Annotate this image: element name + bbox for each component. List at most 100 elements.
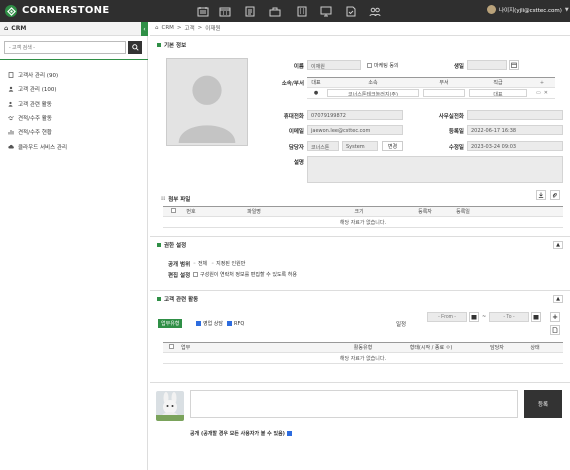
- description-textarea[interactable]: [307, 156, 563, 183]
- department-field[interactable]: [423, 89, 465, 97]
- to-date-input[interactable]: [489, 312, 529, 322]
- cloud-icon: [8, 144, 14, 150]
- person-silhouette-icon: [178, 75, 236, 143]
- customer-search-input[interactable]: [4, 41, 126, 54]
- sidebar-item-activity[interactable]: 고객 관련 활동: [8, 100, 52, 108]
- sidebar-item-quote-activity[interactable]: 견적/수주 활동: [8, 114, 52, 122]
- export-button[interactable]: [550, 325, 560, 335]
- add-activity-button[interactable]: +: [550, 312, 560, 322]
- list-icon[interactable]: [243, 5, 256, 17]
- office-phone-label: 사무실전화: [438, 114, 464, 120]
- sidebar-item-company[interactable]: 고객사 관리 (90): [8, 71, 58, 79]
- logo-icon: [5, 5, 17, 17]
- people-icon[interactable]: [368, 5, 381, 17]
- rank-field[interactable]: 대표: [469, 89, 527, 97]
- download-icon: [538, 192, 544, 198]
- select-all-checkbox[interactable]: [170, 208, 176, 213]
- task-type-button[interactable]: 업무유형: [158, 319, 183, 328]
- handshake-icon: [8, 115, 14, 121]
- divider: [150, 290, 570, 291]
- from-date-input[interactable]: [427, 312, 467, 322]
- calendar-icon: [533, 315, 539, 320]
- folder-icon[interactable]: ▭: [536, 90, 541, 96]
- bullet-icon: [157, 43, 161, 47]
- mobile-field[interactable]: 07079199872: [307, 110, 403, 120]
- breadcrumb-root[interactable]: CRM: [162, 25, 174, 31]
- user-menu[interactable]: 나이지(yjli@csttec.com) ▼: [487, 5, 569, 14]
- table-header: 업무 활동유형 형태(시작 / 종료 ㅇ) 담당자 상태: [163, 343, 563, 353]
- attach-button[interactable]: [550, 190, 560, 200]
- document-check-icon[interactable]: [344, 5, 357, 17]
- user-label: 나이지(yjli@csttec.com): [499, 7, 562, 14]
- mobile-label: 휴대전화: [283, 114, 304, 120]
- search-button[interactable]: [128, 41, 142, 54]
- edit-checkbox[interactable]: [193, 272, 198, 277]
- person-icon: [8, 86, 14, 92]
- comment-textarea[interactable]: [190, 390, 518, 418]
- scope-all-radio[interactable]: ◦ 전체: [193, 260, 207, 268]
- email-label: 이메일: [288, 129, 304, 135]
- building-icon: [8, 72, 14, 78]
- from-calendar-button[interactable]: [469, 312, 479, 322]
- birthday-label: 생일: [453, 64, 464, 70]
- public-checkbox[interactable]: [286, 431, 292, 436]
- avatar: [487, 5, 496, 14]
- name-field[interactable]: 이재원: [307, 60, 361, 70]
- affiliation-table: 대표 소속 부서 직급 + ● 코너스톤테크놀러지(주) 대표 ▭ ✕: [307, 77, 555, 99]
- to-calendar-button[interactable]: [531, 312, 541, 322]
- company-field[interactable]: 코너스톤테크놀러지(주): [327, 89, 419, 97]
- download-button[interactable]: [536, 190, 546, 200]
- screen-icon[interactable]: [319, 5, 332, 17]
- edit-label: 편집 설정: [168, 273, 191, 279]
- registered-date-label: 등록일: [448, 129, 464, 135]
- collapse-button[interactable]: ▲: [553, 241, 563, 249]
- marketing-consent[interactable]: 마케팅 동의: [367, 62, 399, 69]
- submit-comment-button[interactable]: 등록: [524, 390, 562, 418]
- period-label: 일정: [396, 322, 407, 328]
- email-field[interactable]: jaewon.lee@csttec.com: [307, 125, 403, 135]
- breadcrumb-customer[interactable]: 고객: [185, 24, 195, 32]
- plus-icon: +: [552, 313, 558, 321]
- empty-row: 해당 자료가 없습니다.: [163, 353, 563, 364]
- scope-label: 공개 범위: [168, 262, 191, 268]
- rfq-option[interactable]: RFQ: [227, 321, 244, 327]
- calendar-icon[interactable]: [218, 5, 231, 17]
- name-label: 이름: [293, 64, 304, 70]
- add-row-icon[interactable]: +: [529, 80, 555, 86]
- registered-date-field: 2022-06-17 16:38: [467, 125, 563, 135]
- change-owner-button[interactable]: 변경: [382, 141, 403, 151]
- sidebar-header: ⌂ CRM: [0, 22, 148, 36]
- sidebar-item-cloud[interactable]: 클라우드 서비스 관리: [8, 143, 67, 151]
- birthday-field[interactable]: [467, 60, 507, 70]
- table-header: 번호 파일명 크기 등록자 등록일: [163, 207, 563, 217]
- calendar-button[interactable]: [509, 60, 519, 70]
- modified-date-label: 수정일: [448, 145, 464, 151]
- collapse-button[interactable]: ▲: [553, 295, 563, 303]
- ledger-icon[interactable]: [196, 5, 209, 17]
- sidebar-item-customer[interactable]: 고객 관리 (100): [8, 85, 57, 93]
- table-header: 대표 소속 부서 직급 +: [307, 78, 555, 88]
- marketing-checkbox[interactable]: [367, 63, 372, 68]
- checkbox[interactable]: [196, 321, 201, 326]
- sidebar-item-quote-status[interactable]: 견적/수주 현황: [8, 128, 52, 136]
- sidebar-collapse-button[interactable]: ‹: [141, 22, 148, 36]
- select-all-checkbox[interactable]: [168, 344, 174, 349]
- public-option[interactable]: 공개 (공개할 경우 모든 사용자가 볼 수 있음): [190, 430, 292, 437]
- radio-icon: ◦: [211, 260, 215, 267]
- home-icon[interactable]: ⌂: [155, 25, 159, 31]
- scope-selected-radio[interactable]: ◦ 지정된 인원만: [211, 260, 245, 268]
- building-icon[interactable]: [295, 5, 308, 17]
- bullet-icon: [157, 243, 161, 247]
- sales-consult-option[interactable]: 영업 상담: [196, 320, 223, 327]
- checkbox[interactable]: [227, 321, 232, 326]
- radio-icon: ◦: [193, 260, 196, 267]
- divider: [150, 382, 570, 383]
- primary-radio[interactable]: ●: [307, 90, 325, 96]
- brand-name: CORNERSTONE: [22, 5, 110, 16]
- office-phone-field[interactable]: [467, 110, 563, 120]
- edit-permission[interactable]: 구성원이 연락처 정보를 편집할 수 있도록 허용: [193, 271, 297, 278]
- profile-photo[interactable]: [166, 58, 248, 146]
- bag-icon[interactable]: [268, 5, 281, 17]
- breadcrumb: ⌂ CRM > 고객 > 이재원: [155, 24, 221, 32]
- close-icon[interactable]: ✕: [544, 90, 548, 96]
